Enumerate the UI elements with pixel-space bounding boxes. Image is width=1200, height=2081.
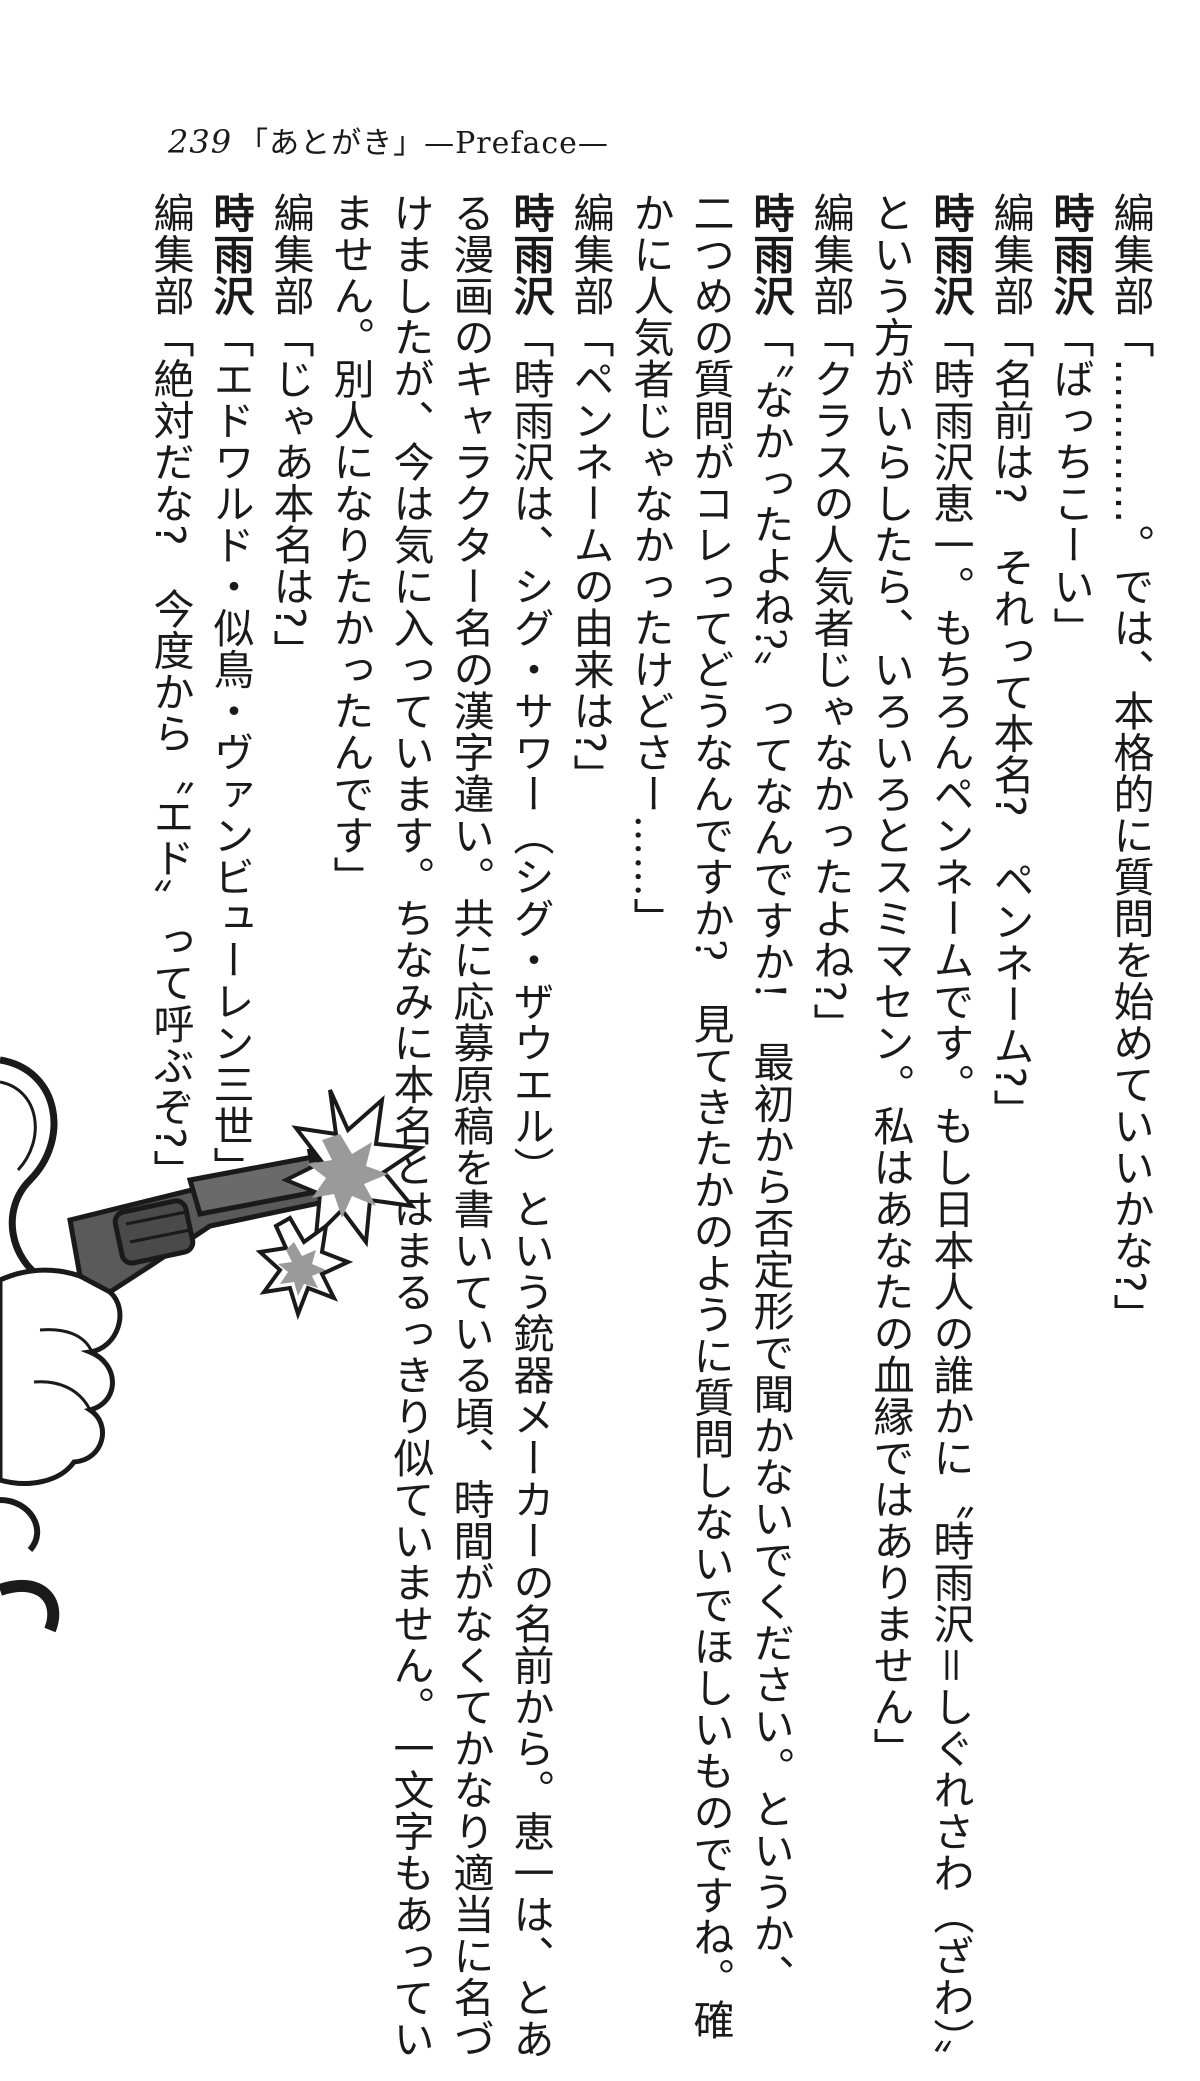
hand [0, 1267, 123, 1486]
ribbon-curl [0, 1579, 60, 1633]
speaker-label: 編集部 [146, 192, 194, 317]
dialogue-line: 時雨沢「時雨沢恵一。もちろんペンネームです。もし日本人の誰かに〝時雨沢＝しぐれさ… [920, 192, 980, 2081]
dialogue-line: 時雨沢「ばっちこーい」 [1040, 192, 1100, 1752]
speech: 「ばっちこーい」 [1046, 316, 1094, 649]
page-number: 239 [168, 123, 233, 161]
revolver-firing-icon [0, 1056, 426, 1633]
speaker-label: 編集部 [806, 192, 854, 317]
chapter-title: 「あとがき」—Preface— [238, 126, 609, 161]
speech: 「じゃあ本名は?」 [266, 316, 314, 671]
speech: 「クラスの人気者じゃなかったよね?」 [806, 316, 854, 1045]
speaker-label: 時雨沢 [206, 192, 254, 317]
dialogue-line: 編集部「…………。では、本格的に質問を始めていいかな?」 [1100, 192, 1160, 1752]
ribbon-curl [0, 1080, 37, 1172]
dialogue-continuation: る漫画のキャラクター名の漢字違い。共に応募原稿を書いている頃、時間がなくてかなり… [446, 192, 494, 2060]
speaker-label: 編集部 [266, 192, 314, 317]
ribbon-curl [0, 1497, 41, 1553]
speaker-label: 時雨沢 [1046, 192, 1094, 317]
speech: 「時雨沢恵一。もちろんペンネームです。もし日本人の誰かに〝時雨沢＝しぐれさわ（ざ… [926, 316, 974, 2081]
dialogue-line: 時雨沢「時雨沢は、シグ・サワー（シグ・ザウエル）という銃器メーカーの名前から。恵… [500, 192, 560, 2060]
speaker-label: 編集部 [566, 192, 614, 317]
dialogue-line: 編集部「名前は? それって本名? ペンネーム?」 [980, 192, 1040, 1752]
speech: 「〝なかったよね?〟ってなんですか! 最初から否定形で聞かないでください。という… [746, 316, 794, 1996]
speaker-label: 編集部 [986, 192, 1034, 317]
speaker-label: 時雨沢 [506, 192, 554, 317]
speech: 「時雨沢は、シグ・サワー（シグ・ザウエル）という銃器メーカーの名前から。恵一は、… [506, 316, 554, 2060]
running-head: 239 「あとがき」—Preface— [168, 118, 609, 162]
dialogue-line: 編集部「クラスの人気者じゃなかったよね?」 [800, 192, 860, 1752]
speaker-label: 編集部 [1106, 192, 1154, 317]
dialogue-continuation: 二つめの質問がコレってどうなんですか? 見てきたかのように質問しないでほしいもの… [686, 192, 734, 2041]
speaker-label: 時雨沢 [926, 192, 974, 317]
ribbon-curl [0, 1056, 58, 1284]
speech: 「ペンネームの由来は?」 [566, 316, 614, 796]
dialogue-continuation: という方がいらしたら、いろいろとスミマセン。私はあなたの血縁ではありません」 [866, 192, 914, 1769]
book-page: 239 「あとがき」—Preface— 編集部「…………。では、本格的に質問を始… [0, 0, 1200, 2081]
dialogue-line: 時雨沢「〝なかったよね?〟ってなんですか! 最初から否定形で聞かないでください。… [740, 192, 800, 1995]
speech: 「名前は? それって本名? ペンネーム?」 [986, 316, 1034, 1131]
dialogue-continuation: かに人気者じゃなかったけどさー……」 [626, 192, 674, 939]
speaker-label: 時雨沢 [746, 192, 794, 317]
dialogue-line: 編集部「ペンネームの由来は?」 [560, 192, 620, 1752]
speech: 「…………。では、本格的に質問を始めていいかな?」 [1106, 316, 1154, 1335]
